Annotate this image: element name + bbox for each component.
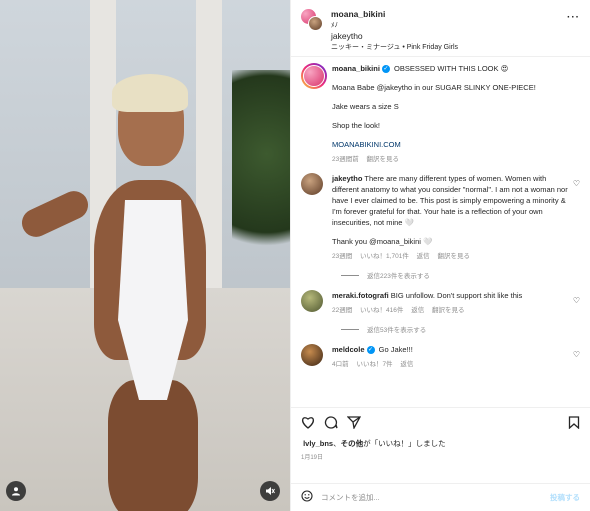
comments-list: moana_bikini ✓ OBSESSED WITH THIS LOOK 😍 … — [291, 57, 590, 407]
verified-icon: ✓ — [366, 346, 375, 355]
caption-line: Moana Babe @jakeytho in our SUGAR SLINKY… — [332, 83, 536, 92]
translate-link[interactable]: 翻訳を見る — [437, 253, 470, 260]
comment-icon[interactable] — [324, 416, 338, 432]
liker-username[interactable]: lvly_bns — [303, 439, 333, 448]
collab-separator: ﾒﾉ — [331, 22, 338, 29]
white-swimsuit — [118, 200, 188, 400]
comment-likes[interactable]: いいね！7件 — [356, 361, 392, 368]
translate-link[interactable]: 翻訳を見る — [432, 307, 465, 314]
post-actions: lvly_bns、その他が「いいね！」しました 1月19日 — [291, 407, 590, 483]
caption-line: Jake wears a size S — [332, 102, 399, 111]
avatar[interactable] — [301, 290, 323, 312]
heart-icon[interactable]: ♡ — [573, 296, 580, 305]
likes-summary: lvly_bns、その他が「いいね！」しました — [303, 439, 446, 448]
background-palm — [232, 70, 290, 280]
reply-button[interactable]: 返信 — [400, 361, 413, 368]
caption: moana_bikini ✓ OBSESSED WITH THIS LOOK 😍 … — [301, 63, 580, 165]
author-username[interactable]: moana_bikini — [331, 9, 458, 20]
reply-button[interactable]: 返信 — [417, 253, 430, 260]
mute-icon[interactable] — [260, 481, 280, 501]
comment-username[interactable]: jakeytho — [332, 174, 362, 183]
share-icon[interactable] — [346, 416, 362, 432]
caption-line: Shop the look! — [332, 121, 380, 130]
likes-others-link[interactable]: その他 — [341, 439, 364, 448]
avatar[interactable] — [301, 344, 323, 366]
heart-icon[interactable]: ♡ — [573, 179, 580, 188]
heart-icon[interactable] — [301, 416, 315, 432]
comment-text: Go Jake!!! — [378, 345, 413, 354]
collaborator-username[interactable]: jakeytho — [331, 31, 458, 42]
comment-time[interactable]: 4口前 — [332, 361, 349, 368]
more-icon[interactable]: ··· — [567, 12, 580, 23]
caption-first-line: OBSESSED WITH THIS LOOK 😍 — [394, 64, 509, 73]
comment-username[interactable]: moana_bikini — [332, 64, 380, 73]
comment-time[interactable]: 23週間前 — [332, 156, 359, 163]
comment-likes[interactable]: いいね！1,701件 — [360, 253, 409, 260]
post-comment-button[interactable]: 投稿する — [550, 492, 580, 503]
comment-input[interactable] — [321, 493, 550, 502]
comment-text: BIG unfollow. Don't support shit like th… — [390, 291, 523, 300]
comment-time[interactable]: 22週間 — [332, 307, 352, 314]
caption-link[interactable]: MOANABIKINI.COM — [332, 139, 568, 150]
comment-username[interactable]: meraki.fotografi — [332, 291, 389, 300]
view-replies-button[interactable]: 返信223件を表示する — [341, 270, 580, 280]
comment-username[interactable]: meldcole — [332, 345, 365, 354]
collab-avatars[interactable] — [301, 9, 323, 31]
avatar[interactable] — [301, 173, 323, 195]
post-date[interactable]: 1月19日 — [301, 452, 580, 461]
comment: meraki.fotografi BIG unfollow. Don't sup… — [301, 290, 580, 316]
verified-icon: ✓ — [381, 65, 390, 74]
model-figure — [17, 74, 220, 511]
audio-label[interactable]: ニッキー・ミナージュ • Pink Friday Girls — [331, 42, 458, 53]
comment: meldcole ✓ Go Jake!!! 4口前 いいね！7件 返信 ♡ — [301, 344, 580, 370]
user-tag-icon[interactable] — [6, 481, 26, 501]
comment-likes[interactable]: いいね！416件 — [360, 307, 403, 314]
avatar — [308, 16, 323, 31]
view-replies-button[interactable]: 返信53件を表示する — [341, 324, 580, 334]
bookmark-icon[interactable] — [568, 416, 580, 432]
reply-button[interactable]: 返信 — [411, 307, 424, 314]
post-panel: moana_bikini ﾒﾉ jakeytho ニッキー・ミナージュ • Pi… — [290, 0, 590, 511]
comment-time[interactable]: 23週間 — [332, 253, 352, 260]
comment-reply-text: Thank you @moana_bikini 🤍 — [332, 237, 433, 246]
avatar[interactable] — [301, 63, 327, 89]
translate-link[interactable]: 翻訳を見る — [367, 156, 400, 163]
heart-icon[interactable]: ♡ — [573, 350, 580, 359]
post-header: moana_bikini ﾒﾉ jakeytho ニッキー・ミナージュ • Pi… — [291, 0, 590, 57]
add-comment-bar: 投稿する — [291, 483, 590, 511]
post-media[interactable] — [0, 0, 290, 511]
comment: jakeytho There are many different types … — [301, 173, 580, 262]
emoji-icon[interactable] — [301, 490, 313, 505]
comment-text: There are many different types of women.… — [332, 174, 568, 227]
